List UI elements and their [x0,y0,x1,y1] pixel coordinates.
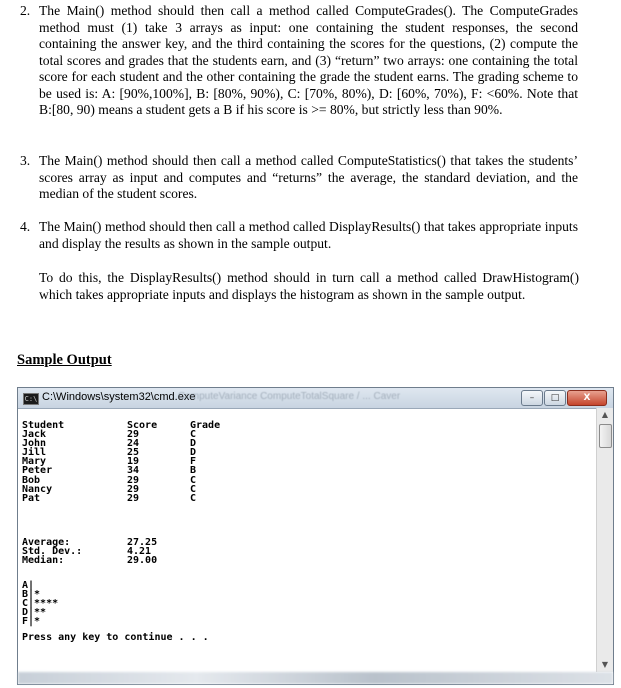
scrollbar-thumb[interactable] [599,424,612,448]
cmd-app-icon: C:\ [23,393,39,405]
item-text: The Main() method should then call a met… [39,153,578,201]
item-number: 4. [20,219,31,234]
scroll-down-arrow-icon[interactable]: ▼ [597,658,613,672]
instruction-item-4: 4. The Main() method should then call a … [20,219,578,252]
sample-output-heading: Sample Output [17,352,112,368]
scroll-up-arrow-icon[interactable]: ▲ [597,408,613,422]
instruction-item-2: 2. The Main() method should then call a … [20,3,578,119]
continue-prompt: Press any key to continue . . . [22,632,209,643]
item-number: 2. [20,3,31,18]
window-controls: – □ X [520,390,607,406]
close-button[interactable]: X [567,390,607,406]
student-name: Pat [22,492,41,504]
console-output: Student Score Grade Jack 29 C John 24 D Jill 25… [22,416,587,671]
instruction-item-3: 3. The Main() method should then call a … [20,153,578,203]
blurred-taskbar-strip [18,672,613,684]
blurred-background-title: ComputeVariance ComputeTotalSquare / ...… [178,391,401,402]
item-number: 3. [20,153,31,168]
vertical-scrollbar[interactable]: ▲ ▼ [596,408,613,672]
minimize-button[interactable]: – [521,390,543,406]
console-window: C:\ C:\Windows\system32\cmd.exe ComputeV… [17,387,614,685]
stat-label-median: Median: [22,555,65,566]
histogram-row-f: F|* [22,616,41,627]
window-title: C:\Windows\system32\cmd.exe [42,391,196,403]
maximize-button[interactable]: □ [544,390,566,406]
stat-value-median: 29.00 [127,555,158,566]
student-grade: C [190,492,197,504]
student-score: 29 [127,492,140,504]
title-bar[interactable]: C:\ C:\Windows\system32\cmd.exe ComputeV… [18,388,613,409]
item-text: The Main() method should then call a met… [39,3,578,117]
item-text: The Main() method should then call a met… [39,219,578,251]
drawhistogram-paragraph: To do this, the DisplayResults() method … [39,270,579,302]
